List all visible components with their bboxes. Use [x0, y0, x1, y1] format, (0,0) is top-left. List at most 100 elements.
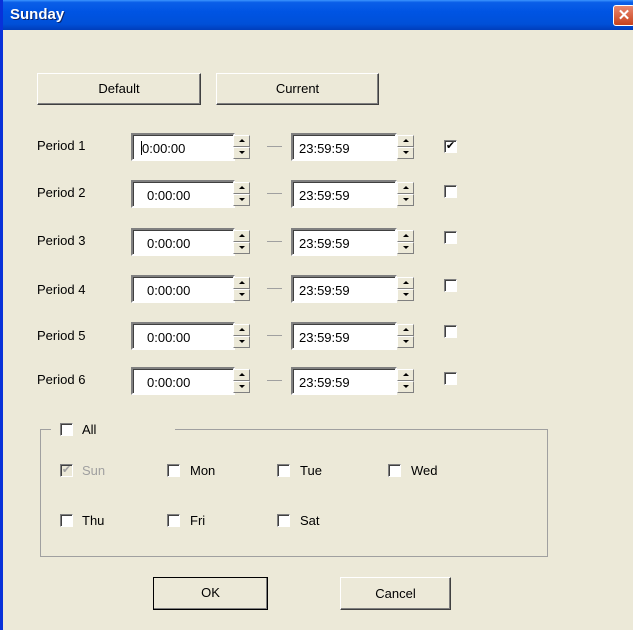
wed-label: Wed	[411, 463, 438, 478]
default-button[interactable]: Default	[37, 73, 201, 105]
range-dash	[267, 380, 282, 381]
spin-down-icon[interactable]	[397, 336, 414, 348]
mon-label: Mon	[190, 463, 216, 478]
period-6-end-value: 23:59:59	[299, 375, 350, 390]
period-1-end-spinner[interactable]	[397, 135, 414, 159]
spin-down-icon[interactable]	[397, 242, 414, 254]
spin-up-icon[interactable]	[397, 182, 414, 194]
check-icon: ✔	[445, 140, 456, 152]
period-3-start-spinner[interactable]	[233, 230, 250, 254]
spin-up-icon[interactable]	[397, 277, 414, 289]
period-2-end-spinner[interactable]	[397, 182, 414, 206]
period-2-start-field[interactable]: 0:00:00	[131, 180, 235, 208]
close-button[interactable]: ✕	[613, 5, 633, 26]
spin-up-icon[interactable]	[397, 324, 414, 336]
all-days-label: All	[82, 422, 97, 437]
period-6-label: Period 6	[37, 372, 86, 387]
spin-down-icon[interactable]	[397, 194, 414, 206]
thu-checkbox[interactable]	[60, 514, 73, 527]
period-5-end-spinner[interactable]	[397, 324, 414, 348]
fri-checkbox[interactable]	[167, 514, 180, 527]
period-6-end-field[interactable]: 23:59:59	[291, 367, 397, 395]
dialog-window: Sunday ✕ Default Current Period 1 0:00:0…	[0, 0, 633, 630]
spin-down-icon[interactable]	[233, 147, 250, 159]
spin-down-icon[interactable]	[397, 147, 414, 159]
all-days-checkbox[interactable]	[60, 423, 73, 436]
wed-checkbox[interactable]	[388, 464, 401, 477]
spin-down-icon[interactable]	[233, 242, 250, 254]
period-1-enable-checkbox[interactable]: ✔	[444, 140, 457, 153]
sun-label: Sun	[82, 463, 106, 478]
spin-down-icon[interactable]	[397, 381, 414, 393]
title-bar[interactable]: Sunday ✕	[3, 0, 633, 30]
period-1-end-value: 23:59:59	[299, 141, 350, 156]
period-2-start-spinner[interactable]	[233, 182, 250, 206]
period-6-start-value: 0:00:00	[147, 375, 191, 390]
spin-up-icon[interactable]	[397, 369, 414, 381]
period-2-start-value: 0:00:00	[147, 188, 191, 203]
mon-checkbox[interactable]	[167, 464, 180, 477]
spin-up-icon[interactable]	[233, 135, 250, 147]
period-5-end-value: 23:59:59	[299, 330, 350, 345]
period-4-start-spinner[interactable]	[233, 277, 250, 301]
period-2-label: Period 2	[37, 185, 86, 200]
check-icon: ✔	[61, 464, 72, 476]
spin-up-icon[interactable]	[397, 135, 414, 147]
weekday-group	[40, 429, 548, 557]
spin-up-icon[interactable]	[233, 369, 250, 381]
period-4-label: Period 4	[37, 282, 86, 297]
period-4-start-value: 0:00:00	[147, 283, 191, 298]
period-3-end-field[interactable]: 23:59:59	[291, 228, 397, 256]
period-3-enable-checkbox[interactable]	[444, 231, 457, 244]
period-3-start-value: 0:00:00	[147, 236, 191, 251]
spin-down-icon[interactable]	[233, 336, 250, 348]
cancel-button[interactable]: Cancel	[340, 577, 451, 610]
sun-checkbox[interactable]: ✔	[60, 464, 73, 477]
period-3-start-field[interactable]: 0:00:00	[131, 228, 235, 256]
period-5-label: Period 5	[37, 328, 86, 343]
range-dash	[267, 146, 282, 147]
period-3-label: Period 3	[37, 233, 86, 248]
period-4-end-field[interactable]: 23:59:59	[291, 275, 397, 303]
period-6-end-spinner[interactable]	[397, 369, 414, 393]
period-1-end-field[interactable]: 23:59:59	[291, 133, 397, 161]
spin-up-icon[interactable]	[233, 230, 250, 242]
spin-up-icon[interactable]	[233, 324, 250, 336]
period-1-start-spinner[interactable]	[233, 135, 250, 159]
tue-label: Tue	[300, 463, 322, 478]
period-5-enable-checkbox[interactable]	[444, 325, 457, 338]
range-dash	[267, 288, 282, 289]
period-4-end-spinner[interactable]	[397, 277, 414, 301]
period-4-enable-checkbox[interactable]	[444, 279, 457, 292]
thu-label: Thu	[82, 513, 105, 528]
spin-down-icon[interactable]	[233, 381, 250, 393]
close-icon: ✕	[617, 7, 631, 24]
sat-checkbox[interactable]	[277, 514, 290, 527]
period-6-start-spinner[interactable]	[233, 369, 250, 393]
period-1-start-field[interactable]: 0:00:00	[131, 133, 235, 161]
spin-down-icon[interactable]	[397, 289, 414, 301]
sat-label: Sat	[300, 513, 320, 528]
period-4-end-value: 23:59:59	[299, 283, 350, 298]
spin-up-icon[interactable]	[233, 277, 250, 289]
period-3-end-spinner[interactable]	[397, 230, 414, 254]
ok-button[interactable]: OK	[153, 577, 268, 610]
fri-label: Fri	[190, 513, 206, 528]
period-3-end-value: 23:59:59	[299, 236, 350, 251]
period-5-end-field[interactable]: 23:59:59	[291, 322, 397, 350]
period-6-enable-checkbox[interactable]	[444, 372, 457, 385]
period-4-start-field[interactable]: 0:00:00	[131, 275, 235, 303]
spin-down-icon[interactable]	[233, 194, 250, 206]
tue-checkbox[interactable]	[277, 464, 290, 477]
spin-down-icon[interactable]	[233, 289, 250, 301]
spin-up-icon[interactable]	[397, 230, 414, 242]
period-1-label: Period 1	[37, 138, 86, 153]
current-button[interactable]: Current	[216, 73, 379, 105]
period-2-end-value: 23:59:59	[299, 188, 350, 203]
period-2-enable-checkbox[interactable]	[444, 185, 457, 198]
period-5-start-field[interactable]: 0:00:00	[131, 322, 235, 350]
spin-up-icon[interactable]	[233, 182, 250, 194]
period-2-end-field[interactable]: 23:59:59	[291, 180, 397, 208]
period-6-start-field[interactable]: 0:00:00	[131, 367, 235, 395]
period-5-start-spinner[interactable]	[233, 324, 250, 348]
